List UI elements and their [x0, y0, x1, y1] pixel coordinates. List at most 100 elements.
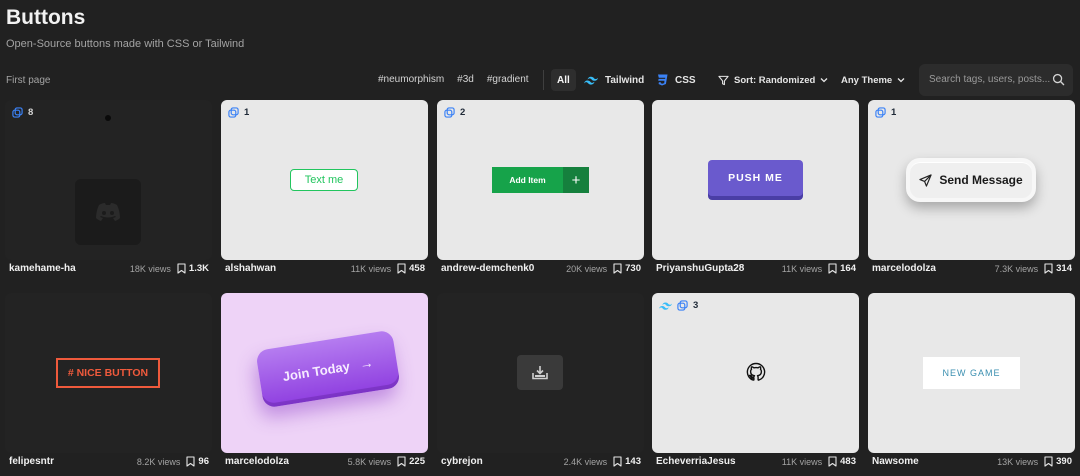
author-name[interactable]: PriyanshuGupta28	[656, 263, 782, 274]
card-preview[interactable]: 2 Add Item +	[437, 100, 644, 260]
author-name[interactable]: kamehame-ha	[9, 263, 130, 274]
join-today-button[interactable]: Join Today →	[255, 329, 401, 409]
button-label: PUSH ME	[728, 172, 783, 184]
new-game-button[interactable]: NEW GAME	[923, 357, 1020, 389]
filter-css-button[interactable]: CSS	[657, 69, 696, 91]
card-felipesntr[interactable]: # NICE BUTTON felipesntr 8.2K views 96	[5, 293, 212, 470]
card-meta: kamehame-ha 18K views 1.3K	[9, 263, 209, 274]
card-meta: PriyanshuGupta28 11K views 164	[656, 263, 856, 274]
tag-gradient[interactable]: #gradient	[487, 74, 529, 85]
github-icon[interactable]	[746, 362, 766, 382]
filter-all-button[interactable]: All	[551, 69, 576, 91]
save-count: 164	[840, 263, 856, 274]
bookmark-icon	[397, 263, 406, 274]
toolbar: First page #neumorphism #3d #gradient Al…	[0, 64, 1080, 96]
variation-count: 1	[244, 107, 250, 118]
view-count: 20K views	[566, 263, 608, 274]
discord-button-preview[interactable]	[75, 179, 141, 245]
author-name[interactable]: alshahwan	[225, 263, 351, 274]
css-icon	[658, 74, 668, 86]
bookmark-icon	[828, 263, 837, 274]
bookmark-icon	[613, 456, 622, 467]
add-item-button[interactable]: Add Item +	[492, 167, 589, 193]
search-field[interactable]: Search tags, users, posts...	[919, 64, 1073, 96]
arrow-right-icon: →	[358, 353, 375, 372]
save-button[interactable]: 164	[828, 263, 856, 274]
card-preview[interactable]: 1 Send Message	[868, 100, 1075, 260]
card-cybrejon[interactable]: cybrejon 2.4K views 143	[437, 293, 644, 470]
text-me-button[interactable]: Text me	[290, 169, 358, 191]
card-echeverriajesus[interactable]: 3 EcheverriaJesus 11K views 483	[652, 293, 859, 470]
sort-dropdown[interactable]: Sort: Randomized	[718, 69, 828, 91]
nice-button[interactable]: # NICE BUTTON	[56, 358, 160, 388]
button-label: # NICE BUTTON	[67, 367, 149, 379]
button-label: Join Today	[281, 358, 351, 384]
card-preview[interactable]: NEW GAME	[868, 293, 1075, 453]
variations-icon	[12, 107, 23, 118]
author-name[interactable]: Nawsome	[872, 456, 997, 467]
filter-all-label: All	[557, 74, 570, 86]
card-meta: alshahwan 11K views 458	[225, 263, 425, 274]
card-meta: marcelodolza 5.8K views 225	[225, 456, 425, 467]
card-marcelodolza-join[interactable]: Join Today → marcelodolza 5.8K views 225	[221, 293, 428, 470]
download-button[interactable]	[517, 355, 563, 390]
view-count: 2.4K views	[563, 456, 608, 467]
chevron-down-icon	[897, 78, 905, 83]
view-count: 7.3K views	[994, 263, 1039, 274]
view-count: 11K views	[781, 263, 823, 274]
download-icon	[532, 366, 548, 380]
filter-funnel-icon	[718, 75, 729, 85]
view-count: 18K views	[129, 263, 171, 274]
bookmark-icon	[828, 456, 837, 467]
card-preview[interactable]: Join Today →	[221, 293, 428, 453]
card-nawsome[interactable]: NEW GAME Nawsome 13K views 390	[868, 293, 1075, 470]
tag-3d[interactable]: #3d	[457, 74, 474, 85]
tag-neumorphism[interactable]: #neumorphism	[378, 74, 444, 85]
author-name[interactable]: felipesntr	[9, 456, 137, 467]
author-name[interactable]: marcelodolza	[225, 456, 348, 467]
filter-tailwind-button[interactable]: Tailwind	[584, 69, 644, 91]
card-priyanshugupta28[interactable]: PUSH ME PriyanshuGupta28 11K views 164	[652, 100, 859, 277]
button-label: Send Message	[939, 173, 1023, 187]
card-kamehame-ha[interactable]: 8 kamehame-ha 18K views 1.3K	[5, 100, 212, 277]
save-button[interactable]: 225	[397, 456, 425, 467]
card-andrew-demchenk0[interactable]: 2 Add Item + andrew-demchenk0 20K views …	[437, 100, 644, 277]
save-button[interactable]: 96	[186, 456, 209, 467]
sort-label: Sort: Randomized	[734, 74, 816, 86]
push-me-button[interactable]: PUSH ME	[708, 160, 803, 196]
send-message-button[interactable]: Send Message	[906, 158, 1036, 202]
card-preview[interactable]	[437, 293, 644, 453]
author-name[interactable]: marcelodolza	[872, 263, 995, 274]
save-button[interactable]: 1.3K	[177, 263, 209, 274]
save-button[interactable]: 730	[613, 263, 641, 274]
search-icon	[1052, 73, 1065, 86]
bookmark-icon	[177, 263, 186, 274]
theme-dropdown[interactable]: Any Theme	[841, 69, 905, 91]
tailwind-icon	[584, 76, 598, 85]
save-button[interactable]: 390	[1044, 456, 1072, 467]
search-placeholder: Search tags, users, posts...	[929, 74, 1051, 85]
discord-icon	[96, 203, 120, 221]
save-button[interactable]: 483	[828, 456, 856, 467]
save-count: 314	[1056, 263, 1072, 274]
author-name[interactable]: andrew-demchenk0	[441, 263, 566, 274]
author-name[interactable]: EcheverriaJesus	[656, 456, 782, 467]
card-preview[interactable]: 1 Text me	[221, 100, 428, 260]
variation-count: 1	[891, 107, 897, 118]
card-preview[interactable]: # NICE BUTTON	[5, 293, 212, 453]
author-name[interactable]: cybrejon	[441, 456, 564, 467]
save-button[interactable]: 458	[397, 263, 425, 274]
toolbar-divider	[543, 70, 544, 90]
card-preview[interactable]: 8	[5, 100, 212, 260]
card-preview[interactable]: PUSH ME	[652, 100, 859, 260]
card-preview[interactable]: 3	[652, 293, 859, 453]
first-page-link[interactable]: First page	[6, 75, 50, 86]
save-button[interactable]: 143	[613, 456, 641, 467]
card-marcelodolza[interactable]: 1 Send Message marcelodolza 7.3K views 3…	[868, 100, 1075, 277]
save-count: 225	[409, 456, 425, 467]
filter-tailwind-label: Tailwind	[605, 74, 645, 86]
theme-label: Any Theme	[841, 74, 893, 86]
card-meta: EcheverriaJesus 11K views 483	[656, 456, 856, 467]
card-alshahwan[interactable]: 1 Text me alshahwan 11K views 458	[221, 100, 428, 277]
save-button[interactable]: 314	[1044, 263, 1072, 274]
